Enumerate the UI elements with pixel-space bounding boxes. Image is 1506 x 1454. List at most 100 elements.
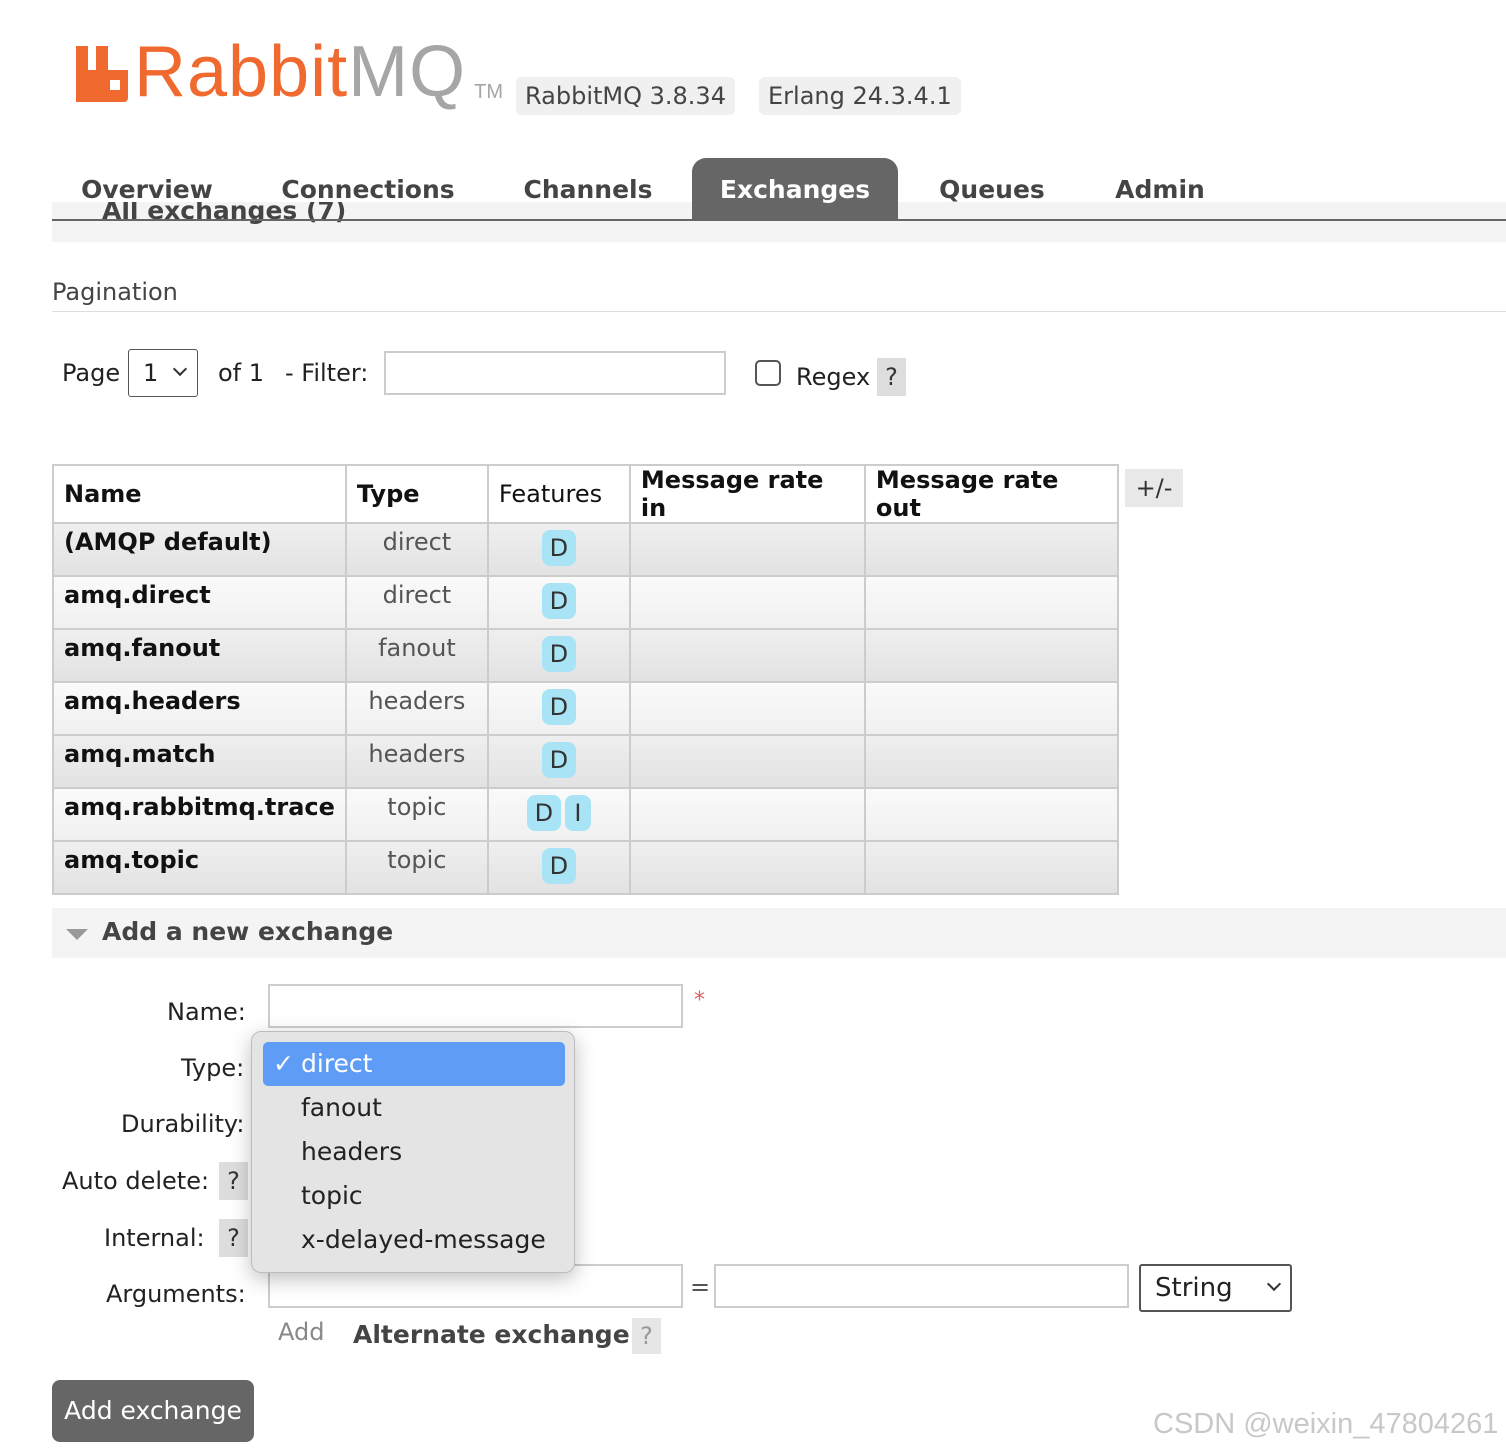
rabbitmq-logo-icon xyxy=(76,46,128,102)
checkmark-icon: ✓ xyxy=(273,1049,294,1078)
alternate-exchange-link[interactable]: Alternate exchange xyxy=(353,1320,630,1349)
page-select[interactable]: 1 xyxy=(128,349,198,397)
column-toggle-button[interactable]: +/- xyxy=(1125,469,1183,507)
column-header-rate-out[interactable]: Message rate out xyxy=(863,464,1119,524)
exchange-name-link[interactable]: (AMQP default) xyxy=(52,522,347,577)
logo-trademark: TM xyxy=(474,81,503,103)
rate-in-cell xyxy=(628,628,866,683)
feature-badge-durable: D xyxy=(526,795,561,831)
tab-connections[interactable]: Connections xyxy=(268,158,468,220)
exchange-name-input[interactable] xyxy=(268,984,683,1028)
rate-out-cell xyxy=(863,575,1119,630)
equals-sign: = xyxy=(690,1273,711,1301)
rate-in-cell xyxy=(628,575,866,630)
exchange-name-link[interactable]: amq.match xyxy=(52,734,347,789)
exchange-features: D xyxy=(486,734,631,789)
exchange-name-link[interactable]: amq.direct xyxy=(52,575,347,630)
exchange-features: D xyxy=(486,575,631,630)
feature-badge-durable: D xyxy=(541,742,576,778)
rate-out-cell xyxy=(863,681,1119,736)
add-exchange-button[interactable]: Add exchange xyxy=(52,1380,254,1442)
table-row[interactable]: amq.topic topic D xyxy=(52,840,1119,895)
exchange-type: fanout xyxy=(344,628,489,683)
exchange-features: D xyxy=(486,522,631,577)
exchange-type: direct xyxy=(344,575,489,630)
logo-wordmark: RabbitMQ xyxy=(134,32,467,112)
pagination-heading[interactable]: Pagination xyxy=(52,278,178,306)
page-count-label: of 1 xyxy=(218,359,265,387)
rate-in-cell xyxy=(628,787,866,842)
type-option-headers[interactable]: headers xyxy=(263,1130,565,1174)
add-argument-link[interactable]: Add xyxy=(278,1318,324,1346)
feature-badge-durable: D xyxy=(541,583,576,619)
page-select-value: 1 xyxy=(143,359,159,387)
rabbitmq-logo: RabbitMQ TM xyxy=(76,32,503,112)
main-nav: Overview Connections Channels Exchanges … xyxy=(52,158,1506,221)
exchanges-table: Name Type Features Message rate in Messa… xyxy=(52,464,1119,895)
type-dropdown-menu: ✓ direct fanout headers topic x-delayed-… xyxy=(251,1031,575,1273)
feature-badge-durable: D xyxy=(541,689,576,725)
exchange-type: topic xyxy=(344,787,489,842)
durability-label: Durability: xyxy=(121,1110,245,1138)
tab-overview[interactable]: Overview xyxy=(64,158,230,220)
alternate-exchange-help-button[interactable]: ? xyxy=(632,1318,661,1354)
rate-in-cell xyxy=(628,522,866,577)
rate-in-cell xyxy=(628,840,866,895)
table-row[interactable]: amq.fanout fanout D xyxy=(52,628,1119,683)
rate-out-cell xyxy=(863,522,1119,577)
filter-label: - Filter: xyxy=(285,359,369,387)
rate-out-cell xyxy=(863,734,1119,789)
argument-type-select[interactable]: String xyxy=(1139,1264,1292,1312)
tab-queues[interactable]: Queues xyxy=(926,158,1058,220)
column-header-rate-in[interactable]: Message rate in xyxy=(628,464,866,524)
column-header-type[interactable]: Type xyxy=(344,464,489,524)
arguments-label: Arguments: xyxy=(106,1280,246,1308)
regex-help-button[interactable]: ? xyxy=(877,358,906,396)
chevron-down-icon xyxy=(172,361,188,377)
exchange-features: D xyxy=(486,681,631,736)
regex-label: Regex xyxy=(796,363,871,391)
rate-out-cell xyxy=(863,840,1119,895)
filter-input[interactable] xyxy=(384,351,726,395)
tab-exchanges[interactable]: Exchanges xyxy=(692,158,898,220)
type-option-x-delayed-message[interactable]: x-delayed-message xyxy=(263,1218,565,1262)
exchange-name-link[interactable]: amq.fanout xyxy=(52,628,347,683)
table-row[interactable]: amq.match headers D xyxy=(52,734,1119,789)
csdn-watermark: CSDN @weixin_47804261 xyxy=(1153,1408,1499,1440)
feature-badge-durable: D xyxy=(541,636,576,672)
exchange-type: direct xyxy=(344,522,489,577)
table-row[interactable]: amq.headers headers D xyxy=(52,681,1119,736)
page-label: Page xyxy=(62,359,121,387)
internal-label: Internal: xyxy=(104,1224,205,1252)
type-option-fanout[interactable]: fanout xyxy=(263,1086,565,1130)
rate-in-cell xyxy=(628,681,866,736)
exchange-name-link[interactable]: amq.topic xyxy=(52,840,347,895)
argument-value-input[interactable] xyxy=(714,1264,1129,1308)
exchange-type: headers xyxy=(344,734,489,789)
rate-out-cell xyxy=(863,628,1119,683)
internal-help-button[interactable]: ? xyxy=(219,1219,248,1257)
table-row[interactable]: amq.direct direct D xyxy=(52,575,1119,630)
tab-admin[interactable]: Admin xyxy=(1102,158,1218,220)
column-header-features: Features xyxy=(486,464,631,524)
exchange-name-link[interactable]: amq.headers xyxy=(52,681,347,736)
exchange-type: headers xyxy=(344,681,489,736)
exchange-name-link[interactable]: amq.rabbitmq.trace xyxy=(52,787,347,842)
table-row[interactable]: (AMQP default) direct D xyxy=(52,522,1119,577)
name-label: Name: xyxy=(167,998,246,1026)
add-exchange-title[interactable]: Add a new exchange xyxy=(102,917,393,946)
exchange-features: D xyxy=(486,628,631,683)
type-option-topic[interactable]: topic xyxy=(263,1174,565,1218)
column-header-name[interactable]: Name xyxy=(52,464,347,524)
rabbitmq-version-badge: RabbitMQ 3.8.34 xyxy=(516,77,735,115)
type-option-direct[interactable]: ✓ direct xyxy=(263,1042,565,1086)
tab-channels[interactable]: Channels xyxy=(510,158,666,220)
regex-checkbox[interactable] xyxy=(755,360,781,386)
required-asterisk: * xyxy=(694,988,705,1013)
rate-out-cell xyxy=(863,787,1119,842)
exchange-features: DI xyxy=(486,787,631,842)
table-row[interactable]: amq.rabbitmq.trace topic DI xyxy=(52,787,1119,842)
collapse-triangle-icon[interactable] xyxy=(66,929,88,940)
auto-delete-help-button[interactable]: ? xyxy=(219,1162,248,1200)
option-label: direct xyxy=(301,1049,373,1078)
